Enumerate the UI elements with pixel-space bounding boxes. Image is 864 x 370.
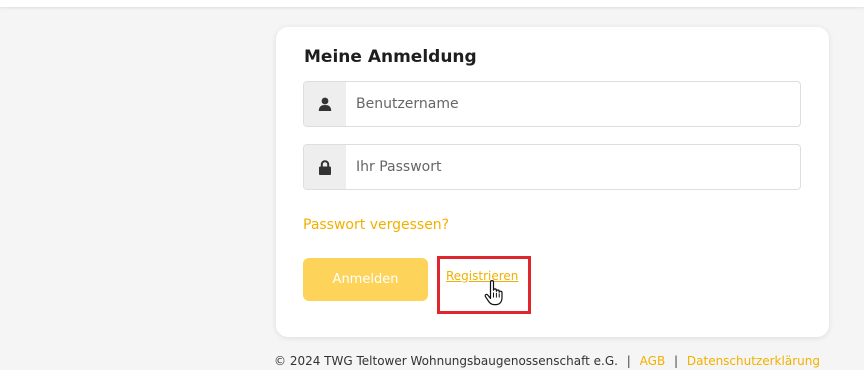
password-input[interactable] (347, 145, 796, 189)
username-field[interactable] (303, 81, 801, 127)
user-icon (304, 82, 346, 126)
login-card: Meine Anmeldung Passwort vergessen? Anme… (276, 27, 829, 337)
lock-icon-glyph (319, 159, 331, 175)
footer: © 2024 TWG Teltower Wohnungsbaugenossens… (274, 353, 820, 370)
lock-icon (304, 145, 346, 189)
top-bar (0, 0, 864, 7)
forgot-password-link[interactable]: Passwort vergessen? (303, 215, 449, 235)
footer-copyright: © 2024 TWG Teltower Wohnungsbaugenossens… (274, 354, 618, 368)
footer-separator: | (674, 354, 679, 368)
agb-link[interactable]: AGB (640, 354, 666, 368)
user-icon-glyph (318, 97, 332, 111)
page-title: Meine Anmeldung (304, 47, 477, 67)
privacy-link[interactable]: Datenschutzerklärung (687, 354, 820, 368)
hand-cursor-icon (484, 280, 503, 306)
username-input[interactable] (347, 82, 796, 126)
login-button[interactable]: Anmelden (303, 258, 428, 301)
password-field[interactable] (303, 144, 801, 190)
register-link[interactable]: Registrieren (446, 268, 518, 284)
footer-separator: | (626, 354, 631, 368)
